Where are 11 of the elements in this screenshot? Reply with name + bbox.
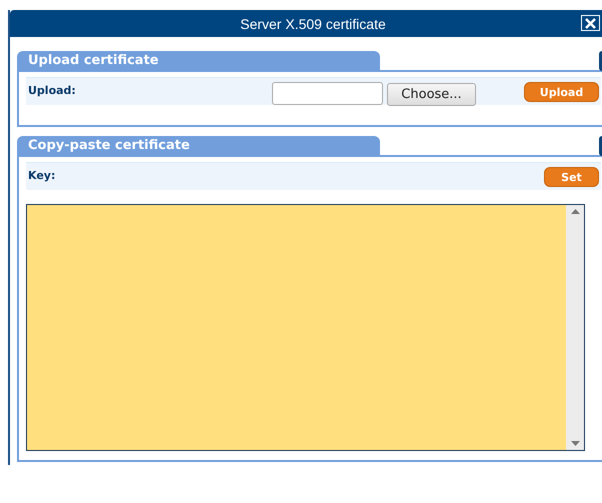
window-title: Server X.509 certificate xyxy=(240,16,386,32)
action-button[interactable]: Upload xyxy=(524,82,599,102)
action-button[interactable]: Set xyxy=(544,167,599,187)
field-label: Key: xyxy=(28,169,56,182)
scrollbar[interactable] xyxy=(566,205,584,450)
scroll-down-icon[interactable] xyxy=(570,441,580,446)
field-label: Upload: xyxy=(28,84,76,97)
close-button[interactable] xyxy=(581,15,600,31)
file-path-field[interactable] xyxy=(272,82,383,105)
scroll-up-icon[interactable] xyxy=(570,209,580,214)
choose-button[interactable]: Choose... xyxy=(387,83,476,106)
